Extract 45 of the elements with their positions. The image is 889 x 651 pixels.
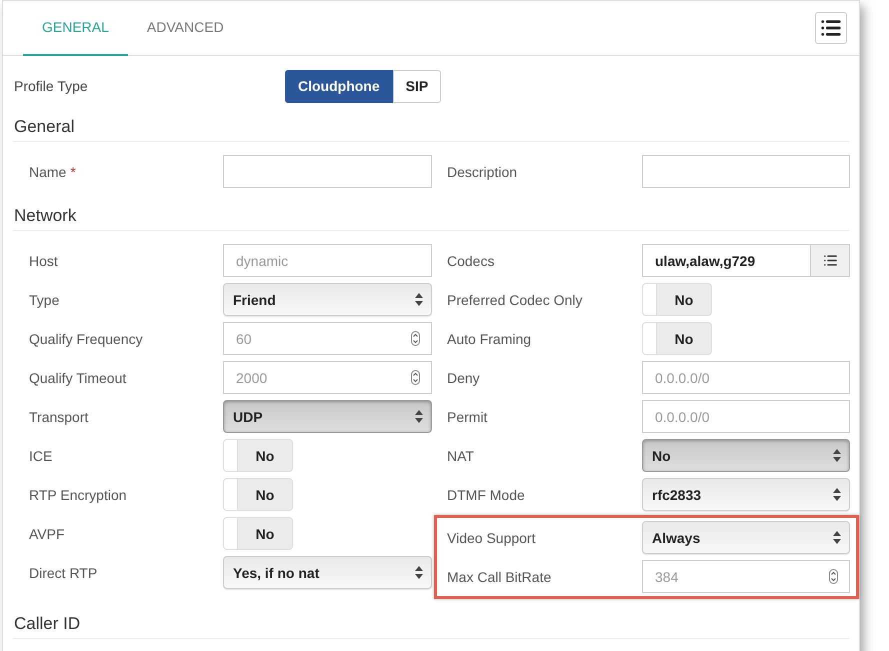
field-label: Host [28, 252, 59, 268]
field-label: Preferred Codec Only [447, 292, 584, 308]
text-field[interactable]: 0.0.0.0/0 [642, 400, 850, 433]
field-label: Codecs [447, 252, 496, 268]
field-label: Qualify Timeout [28, 370, 128, 386]
tab[interactable]: ADVANCED [128, 0, 243, 56]
select-field[interactable]: Friend [223, 283, 432, 316]
text-field[interactable]: 0.0.0.0/0 [642, 361, 850, 394]
number-field[interactable]: 60 [223, 322, 432, 355]
field-label: RTP Encryption [28, 486, 128, 502]
field-label: Deny [447, 370, 481, 386]
field-label: AVPF [28, 526, 66, 542]
section-heading: General [13, 117, 849, 142]
field-label: Qualify Frequency [28, 330, 144, 346]
field-label: Profile Type [13, 78, 89, 94]
field-label: Name * [28, 164, 77, 180]
select-field[interactable]: Yes, if no nat [223, 556, 432, 589]
select-field[interactable]: Always [642, 521, 850, 554]
toggle-switch[interactable]: No [223, 478, 293, 511]
text-field[interactable]: dynamic [223, 244, 432, 277]
select-field[interactable]: rfc2833 [642, 478, 850, 511]
section-heading: Caller ID [13, 614, 849, 639]
select-field[interactable]: No [642, 439, 850, 472]
toggle-switch[interactable]: No [223, 439, 293, 472]
field-label: Transport [28, 408, 90, 424]
toggle-switch[interactable]: No [642, 322, 712, 355]
field-label: Direct RTP [28, 564, 98, 580]
number-field[interactable]: 384 [642, 560, 850, 593]
field-label: NAT [447, 448, 475, 464]
number-field[interactable]: 2000 [223, 361, 432, 394]
toggle-switch[interactable]: No [642, 283, 712, 316]
field-label: Permit [447, 408, 488, 424]
field-label: Description [447, 164, 518, 180]
toggle-switch[interactable]: No [223, 517, 293, 550]
segment-button[interactable]: SIP [392, 70, 442, 102]
field-label: Max Call BitRate [447, 568, 552, 584]
field-label: Video Support [447, 530, 536, 546]
select-field[interactable]: UDP [223, 400, 432, 433]
field-label: DTMF Mode [447, 486, 526, 502]
segment-button[interactable]: Cloudphone [285, 70, 393, 102]
field-label: Auto Framing [447, 330, 532, 346]
field-label: Type [28, 292, 60, 308]
codecs-field[interactable]: ulaw,alaw,g729 [642, 244, 811, 277]
field-label: ICE [28, 448, 54, 464]
section-heading: Network [13, 206, 849, 231]
